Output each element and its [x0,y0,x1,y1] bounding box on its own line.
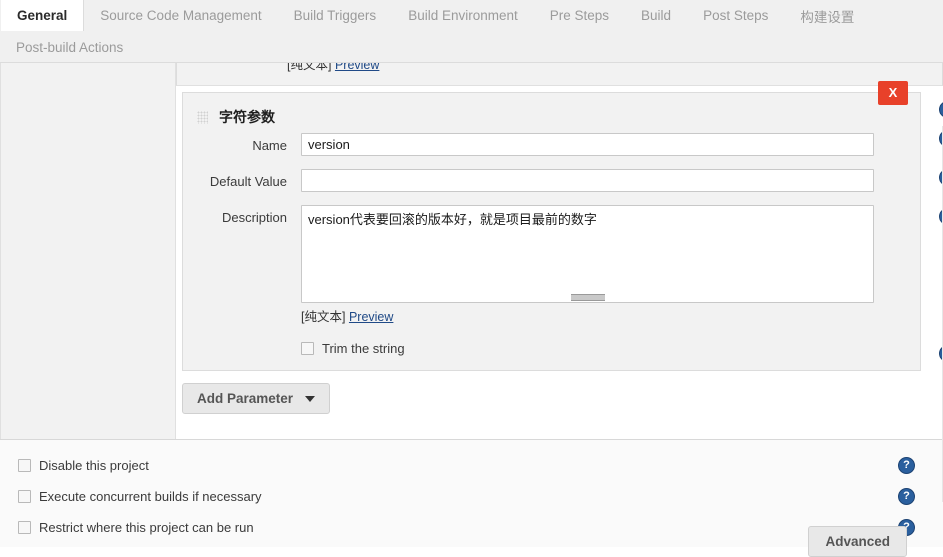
preview-link[interactable]: Preview [349,310,393,324]
config-page-body: [纯文本] Preview X 字符参数 Name version Defaul… [0,63,943,557]
tab-build-settings[interactable]: 构建设置 [784,0,870,31]
config-tab-bar: General Source Code Management Build Tri… [0,0,943,63]
parameter-description-textarea[interactable] [301,205,874,303]
string-parameter-panel: X 字符参数 Name Default Value [182,81,943,371]
field-row-name: Name [183,133,920,157]
description-control: [纯文本] Preview [301,205,920,325]
trim-string-row: Trim the string [183,341,920,356]
tab-row-primary: General Source Code Management Build Tri… [0,0,943,31]
help-icon-disable-project[interactable] [898,457,915,474]
project-options-section: Disable this project Execute concurrent … [0,439,943,557]
tab-post-steps[interactable]: Post Steps [687,0,784,31]
description-label: Description [221,210,287,225]
chevron-down-icon [305,395,316,402]
trim-string-label: Trim the string [322,341,405,356]
field-row-description: Description [纯文本] Preview [183,205,920,325]
label-gutter [0,63,176,439]
option-row-restrict-where-run: Restrict where this project can be run [0,512,943,543]
name-control [301,133,920,156]
parameter-header: 字符参数 [183,103,920,133]
restrict-where-run-checkbox[interactable] [18,521,31,534]
drag-handle-icon[interactable] [197,110,208,124]
default-value-control [301,169,920,192]
previous-plain-text-label: [纯文本] Preview [287,63,379,73]
add-parameter-wrap: Add Parameter [176,371,943,426]
disable-project-checkbox[interactable] [18,459,31,472]
option-row-concurrent-builds: Execute concurrent builds if necessary [0,481,943,512]
default-value-label: Default Value [209,174,287,189]
previous-preview-link[interactable]: Preview [335,63,379,72]
concurrent-builds-label: Execute concurrent builds if necessary [39,489,262,504]
field-row-default-value: Default Value [183,169,920,193]
delete-parameter-button[interactable]: X [878,81,908,105]
restrict-where-run-label: Restrict where this project can be run [39,520,254,535]
config-main-row: [纯文本] Preview X 字符参数 Name version Defaul… [0,63,943,439]
tab-row-secondary: Post-build Actions [0,31,943,62]
tab-general[interactable]: General [0,0,85,31]
parameter-name-input[interactable] [301,133,874,156]
previous-parameter-stub: [纯文本] Preview [176,63,943,86]
help-icon-concurrent-builds[interactable] [898,488,915,505]
parameter-type-title: 字符参数 [219,109,275,125]
concurrent-builds-checkbox[interactable] [18,490,31,503]
name-label: Name [252,138,287,153]
description-textarea-wrap [301,205,874,303]
option-row-disable-project: Disable this project [0,450,943,481]
description-preview-line: [纯文本] Preview [301,306,920,325]
parameters-column: [纯文本] Preview X 字符参数 Name version Defaul… [176,63,943,439]
trim-string-checkbox[interactable] [301,342,314,355]
add-parameter-button[interactable]: Add Parameter [182,383,331,414]
parameter-default-value-input[interactable] [301,169,874,192]
disable-project-label: Disable this project [39,458,149,473]
tab-source-code-management[interactable]: Source Code Management [84,0,277,31]
tab-build-environment[interactable]: Build Environment [392,0,534,31]
help-icon-parameter[interactable] [939,101,943,118]
add-parameter-label: Add Parameter [197,391,294,406]
tab-build-triggers[interactable]: Build Triggers [278,0,393,31]
plain-text-label: [纯文本] [301,310,346,324]
tab-post-build-actions[interactable]: Post-build Actions [0,31,139,63]
tab-pre-steps[interactable]: Pre Steps [534,0,625,31]
tab-build[interactable]: Build [625,0,687,31]
